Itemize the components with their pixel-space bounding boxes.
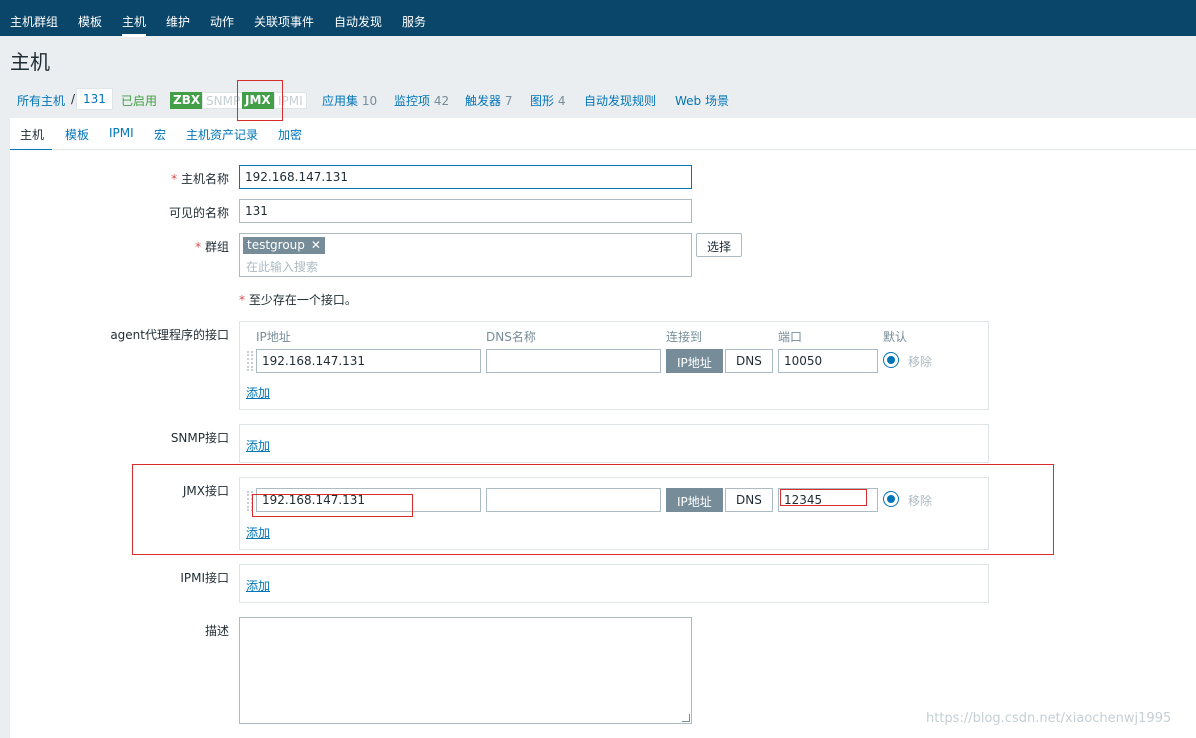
ipmi-interface-label: IPMI接口 [180,571,229,585]
watermark: https://blog.csdn.net/xiaochenwj1995 [926,711,1172,726]
snmp-add-link[interactable]: 添加 [246,437,270,454]
resize-handle-icon[interactable] [682,714,690,722]
page-title: 主机 [10,50,50,74]
col-ip-header: IP地址 [256,330,291,344]
col-dns-header: DNS名称 [486,330,536,344]
description-label: 描述 [204,624,229,638]
nav-correlation[interactable]: 关联项事件 [254,13,314,30]
snmp-interface-box: 添加 [239,424,989,463]
hostname-input[interactable]: 192.168.147.131 [239,165,692,189]
annotation-box-jmx-port [780,489,867,506]
snmp-interface-label: SNMP接口 [170,431,229,445]
agent-connect-ip-button[interactable]: IP地址 [666,349,723,373]
visible-name-input[interactable]: 131 [239,199,692,223]
agent-remove-link: 移除 [908,355,933,369]
tab-ipmi[interactable]: IPMI [109,126,134,140]
description-textarea[interactable] [239,617,692,724]
tab-templates[interactable]: 模板 [65,126,89,143]
agent-dns-input[interactable] [486,349,661,373]
nav-actions[interactable]: 动作 [210,13,234,30]
agent-ip-input[interactable]: 192.168.147.131 [256,349,481,373]
nav-host-groups[interactable]: 主机群组 [10,13,58,30]
annotation-box-jmx-ip [252,494,413,517]
hostname-label: * 主机名称 [171,172,229,186]
nav-templates[interactable]: 模板 [78,13,102,30]
agent-add-link[interactable]: 添加 [246,384,270,401]
host-form: * 主机名称 192.168.147.131 可见的名称 131 * 群组 te… [10,150,1196,738]
visible-name-label: 可见的名称 [168,206,229,220]
nav-maintenance[interactable]: 维护 [166,13,190,30]
current-host[interactable]: 131 [76,88,113,110]
nav-discovery[interactable]: 自动发现 [334,13,382,30]
zbx-availability-badge: ZBX [170,92,204,109]
host-breadcrumb: 所有主机 / 131 已启用 ZBX SNMP JMX IPMI 应用集 10 … [0,86,1196,114]
col-port-header: 端口 [778,330,803,344]
drag-handle-icon[interactable] [247,351,253,371]
tab-host[interactable]: 主机 [10,126,53,152]
agent-default-radio[interactable] [883,352,899,368]
ipmi-add-link[interactable]: 添加 [246,577,270,594]
nav-services[interactable]: 服务 [402,13,426,30]
ipmi-interface-box: 添加 [239,564,989,603]
agent-connect-dns-button[interactable]: DNS [725,349,773,373]
groups-multiselect[interactable]: testgroup ✕ 在此输入搜索 [239,233,692,277]
top-navigation: 主机群组 模板 主机 维护 动作 关联项事件 自动发现 服务 [0,0,1196,37]
web-scenarios-link[interactable]: Web 场景 [675,92,729,109]
col-connect-header: 连接到 [666,330,703,344]
tab-inventory[interactable]: 主机资产记录 [186,126,258,143]
breadcrumb-separator: / [71,92,76,106]
interface-note: * 至少存在一个接口。 [239,293,357,307]
annotation-box-jmx-badge [237,80,283,121]
discovery-rules-link[interactable]: 自动发现规则 [584,92,656,109]
host-status-enabled[interactable]: 已启用 [121,92,157,109]
agent-interface-box: IP地址 DNS名称 连接到 端口 默认 192.168.147.131 IP地… [239,321,989,410]
agent-port-input[interactable]: 10050 [778,349,878,373]
all-hosts-link[interactable]: 所有主机 [17,92,65,109]
tab-encryption[interactable]: 加密 [278,126,302,143]
graphs-link[interactable]: 图形 4 [530,92,565,109]
triggers-link[interactable]: 触发器 7 [465,92,512,109]
remove-tag-icon[interactable]: ✕ [311,238,321,252]
tab-macros[interactable]: 宏 [154,126,166,143]
agent-interface-label: agent代理程序的接口 [110,328,229,342]
items-link[interactable]: 监控项 42 [394,92,449,109]
host-form-tabs: 主机 模板 IPMI 宏 主机资产记录 加密 [10,118,1196,152]
applications-link[interactable]: 应用集 10 [322,92,377,109]
group-tag: testgroup ✕ [243,237,325,254]
select-groups-button[interactable]: 选择 [696,233,743,257]
nav-hosts[interactable]: 主机 [122,13,147,37]
groups-label: * 群组 [195,240,229,254]
col-default-header: 默认 [883,330,908,344]
groups-search-placeholder[interactable]: 在此输入搜索 [246,258,318,275]
